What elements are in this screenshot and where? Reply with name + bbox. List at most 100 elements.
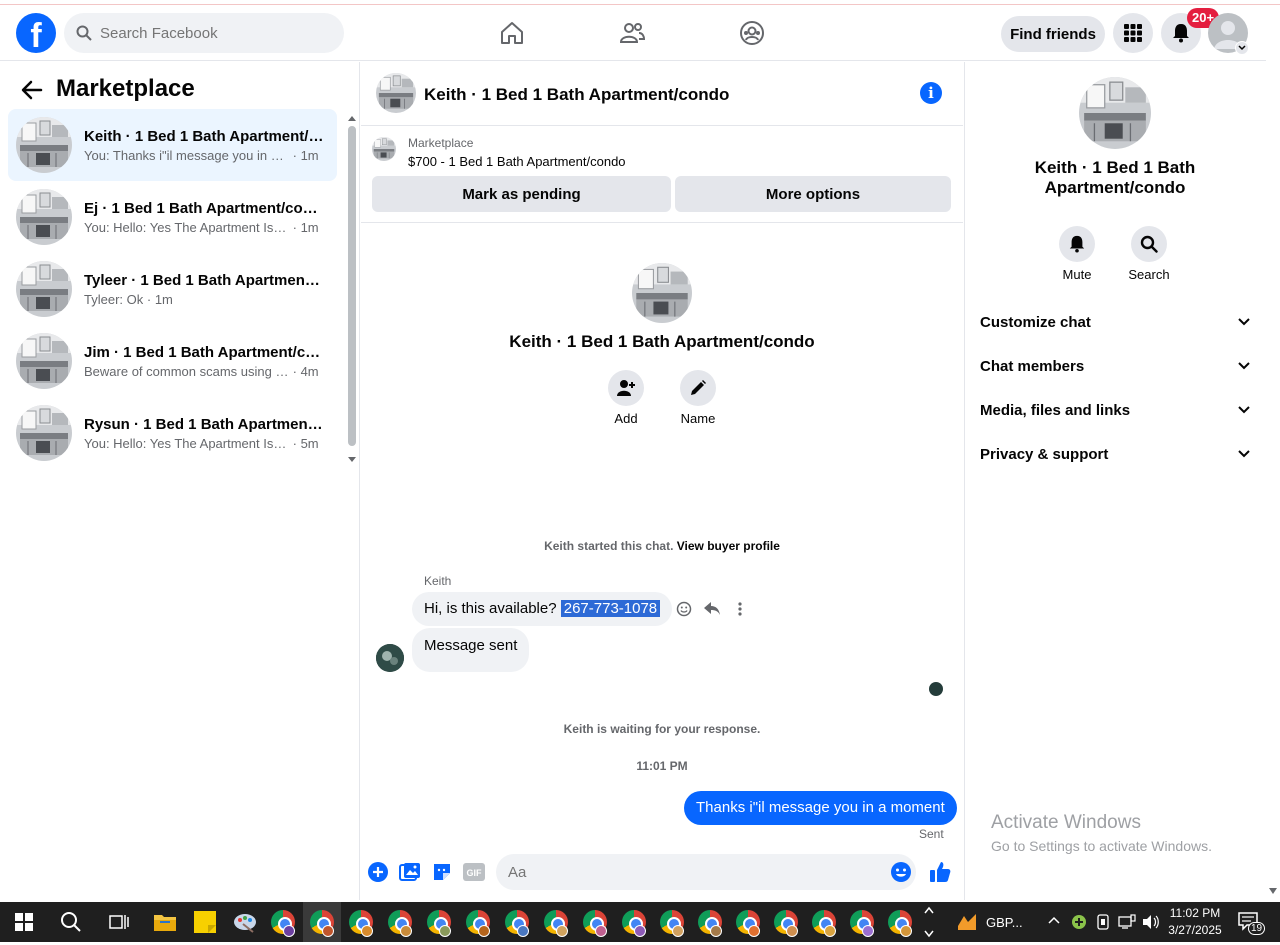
chrome-profile-icon[interactable] [303,902,341,942]
network-icon[interactable] [1118,914,1136,935]
reply-icon[interactable] [702,599,722,619]
chat-preview: You: Hello: Yes The Apartment Is Still A… [84,435,289,451]
chat-thumbnail [16,333,72,389]
privacy-support-section[interactable]: Privacy & support [972,434,1258,474]
sender-name: Keith [424,574,452,588]
chat-thumbnail [16,189,72,245]
taskbar-overflow-arrows[interactable] [922,904,936,945]
chat-list-item[interactable]: Keith · 1 Bed 1 Bath Apartment/condo You… [8,109,337,181]
taskbar-search-icon[interactable] [52,902,90,942]
chat-list-item[interactable]: Rysun · 1 Bed 1 Bath Apartment/condo You… [8,397,337,469]
like-icon[interactable] [928,860,952,884]
activate-windows-subtitle: Go to Settings to activate Windows. [991,838,1212,854]
incoming-message[interactable]: Message sent [412,628,530,672]
chrome-profile-icon[interactable] [576,902,614,942]
waiting-notice: Keith is waiting for your response. [563,722,761,736]
mute-button[interactable] [1059,226,1095,262]
chrome-profile-icon[interactable] [843,902,881,942]
section-label: Media, files and links [980,401,1131,419]
tray-label: GBP... [986,914,1023,930]
chat-thumbnail [16,261,72,317]
read-receipt-avatar [929,682,943,696]
conversation-title[interactable]: Keith · 1 Bed 1 Bath Apartment/condo [424,85,729,105]
windows-start-icon[interactable] [5,902,43,942]
search-input[interactable] [100,24,320,42]
chrome-profile-icon[interactable] [264,902,302,942]
chrome-profile-icon[interactable] [342,902,380,942]
chat-time: · 5m [292,435,319,451]
started-text: Keith started this chat. [544,539,674,553]
chat-list-item[interactable]: Jim · 1 Bed 1 Bath Apartment/condo Bewar… [8,325,337,397]
photo-icon[interactable] [398,860,422,884]
chrome-profile-icon[interactable] [767,902,805,942]
sticker-icon[interactable] [430,860,454,884]
chat-time: · 1m [146,291,173,307]
chat-list-item[interactable]: Ej · 1 Bed 1 Bath Apartment/condo You: H… [8,181,337,253]
menu-grid-icon[interactable] [1113,13,1153,53]
chrome-profile-icon[interactable] [805,902,843,942]
find-friends-button[interactable]: Find friends [1001,16,1105,52]
tray-device-icon[interactable] [1096,914,1110,935]
chrome-profile-icon[interactable] [729,902,767,942]
chrome-profile-icon[interactable] [498,902,536,942]
search-in-chat-button[interactable] [1131,226,1167,262]
smiley-icon[interactable] [674,599,694,619]
chevron-down-icon [1238,406,1250,414]
chat-members-section[interactable]: Chat members [972,346,1258,386]
taskbar-clock[interactable]: 11:02 PM 3/27/2025 [1160,905,1230,939]
chrome-profile-icon[interactable] [615,902,653,942]
file-explorer-icon[interactable] [146,902,184,942]
home-icon[interactable] [494,15,530,51]
more-options-button[interactable]: More options [675,176,951,212]
message-input[interactable] [496,854,916,890]
emoji-icon[interactable] [890,861,912,883]
conversation-avatar[interactable] [376,73,416,113]
facebook-logo[interactable]: f [16,13,56,53]
back-arrow-icon[interactable] [20,78,44,107]
chrome-profile-icon[interactable] [420,902,458,942]
chrome-profile-icon[interactable] [691,902,729,942]
customize-chat-section[interactable]: Customize chat [972,302,1258,342]
chrome-profile-icon[interactable] [537,902,575,942]
tray-currency-widget[interactable]: GBP... [956,902,1023,942]
plus-icon[interactable] [366,860,390,884]
task-view-icon[interactable] [100,902,138,942]
groups-icon[interactable] [734,15,770,51]
chrome-profile-icon[interactable] [881,902,919,942]
search-box[interactable] [64,13,344,53]
listing-title[interactable]: $700 - 1 Bed 1 Bath Apartment/condo [408,154,626,169]
tray-chevron-up-icon[interactable] [1046,912,1062,933]
media-files-links-section[interactable]: Media, files and links [972,390,1258,430]
outgoing-message[interactable]: Thanks i"il message you in a moment [684,791,957,825]
action-center-icon[interactable]: 19 [1238,912,1266,935]
chevron-down-icon [1238,450,1250,458]
chrome-profile-icon[interactable] [459,902,497,942]
paint-app-icon[interactable] [226,902,264,942]
chat-time: · 1m [292,219,319,235]
chrome-profile-icon[interactable] [653,902,691,942]
scrollbar-thumb[interactable] [348,126,356,446]
tray-app-icon[interactable] [1071,914,1087,935]
notification-count: 19 [1248,922,1266,935]
info-icon[interactable]: i [920,82,942,104]
view-buyer-profile-link[interactable]: View buyer profile [677,539,780,553]
page-scrollbar[interactable] [1266,5,1280,901]
sender-avatar[interactable] [376,644,404,672]
more-icon[interactable] [730,599,750,619]
sticky-notes-icon[interactable] [186,902,224,942]
friends-icon[interactable] [614,15,650,51]
phone-number[interactable]: 267-773-1078 [560,600,661,617]
chevron-down-icon[interactable] [1235,41,1249,55]
chrome-profile-icon[interactable] [381,902,419,942]
name-button[interactable] [680,370,716,406]
incoming-message[interactable]: Hi, is this available? 267-773-1078 [412,592,673,626]
name-label: Name [680,411,716,426]
chat-list-item[interactable]: Tyleer · 1 Bed 1 Bath Apartment/condo Ty… [8,253,337,325]
section-label: Customize chat [980,313,1091,331]
add-person-button[interactable] [608,370,644,406]
listing-thumbnail[interactable] [372,137,396,161]
mark-as-pending-button[interactable]: Mark as pending [372,176,671,212]
chat-title: Rysun · 1 Bed 1 Bath Apartment/condo [84,415,324,433]
gif-icon[interactable]: GIF [462,860,486,884]
volume-icon[interactable] [1142,914,1160,935]
